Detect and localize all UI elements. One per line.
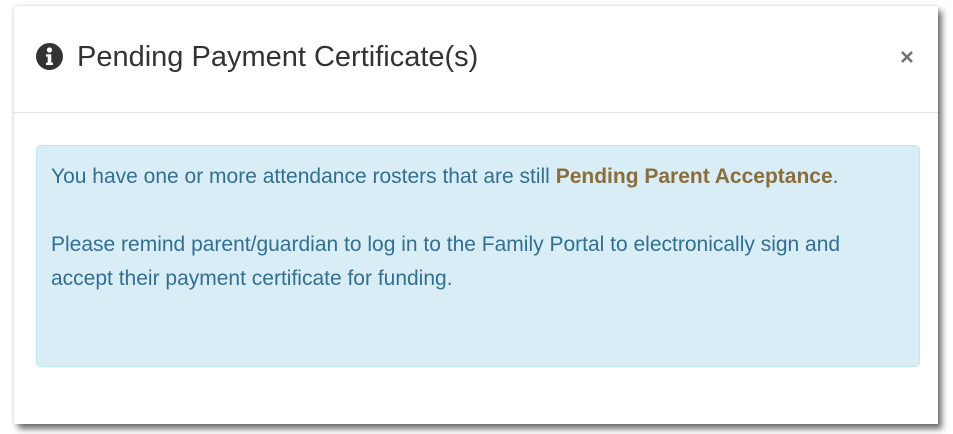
pending-payment-modal: Pending Payment Certificate(s) You have … [14,6,938,424]
alert-message-suffix: . [832,165,839,188]
alert-message-reminder: Please remind parent/guardian to log in … [51,233,841,290]
page-backdrop: Pending Payment Certificate(s) You have … [0,0,953,434]
modal-title: Pending Payment Certificate(s) [77,41,479,73]
close-icon [901,50,913,63]
alert-message-prefix: You have one or more attendance rosters … [51,165,556,188]
info-circle-icon [36,43,63,70]
pending-parent-acceptance-highlight: Pending Parent Acceptance [555,165,833,188]
info-alert: You have one or more attendance rosters … [36,145,920,367]
alert-message-pending: You have one or more attendance rosters … [51,160,905,194]
close-button[interactable] [890,36,924,70]
modal-header: Pending Payment Certificate(s) [14,6,938,113]
